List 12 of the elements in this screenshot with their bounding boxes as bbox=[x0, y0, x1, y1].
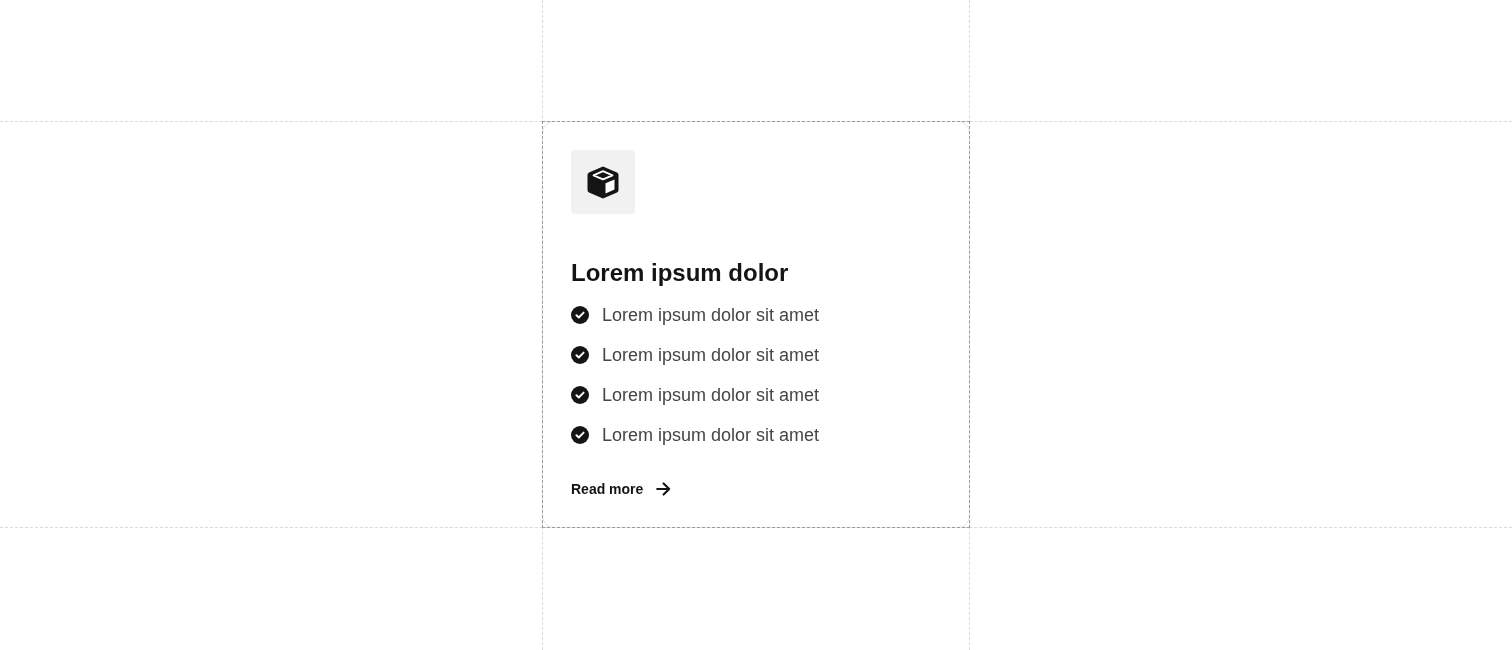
check-circle-icon bbox=[571, 346, 589, 364]
check-circle-icon bbox=[571, 306, 589, 324]
check-circle-icon bbox=[571, 426, 589, 444]
feature-text: Lorem ipsum dolor sit amet bbox=[602, 384, 820, 407]
read-more-link[interactable]: Read more bbox=[571, 479, 672, 499]
check-circle-icon bbox=[571, 386, 589, 404]
card-title: Lorem ipsum dolor bbox=[571, 258, 789, 288]
feature-text: Lorem ipsum dolor sit amet bbox=[602, 304, 820, 327]
feature-text: Lorem ipsum dolor sit amet bbox=[602, 344, 820, 367]
cube-icon bbox=[571, 150, 635, 214]
arrow-right-icon bbox=[656, 482, 672, 496]
feature-text: Lorem ipsum dolor sit amet bbox=[602, 424, 820, 447]
